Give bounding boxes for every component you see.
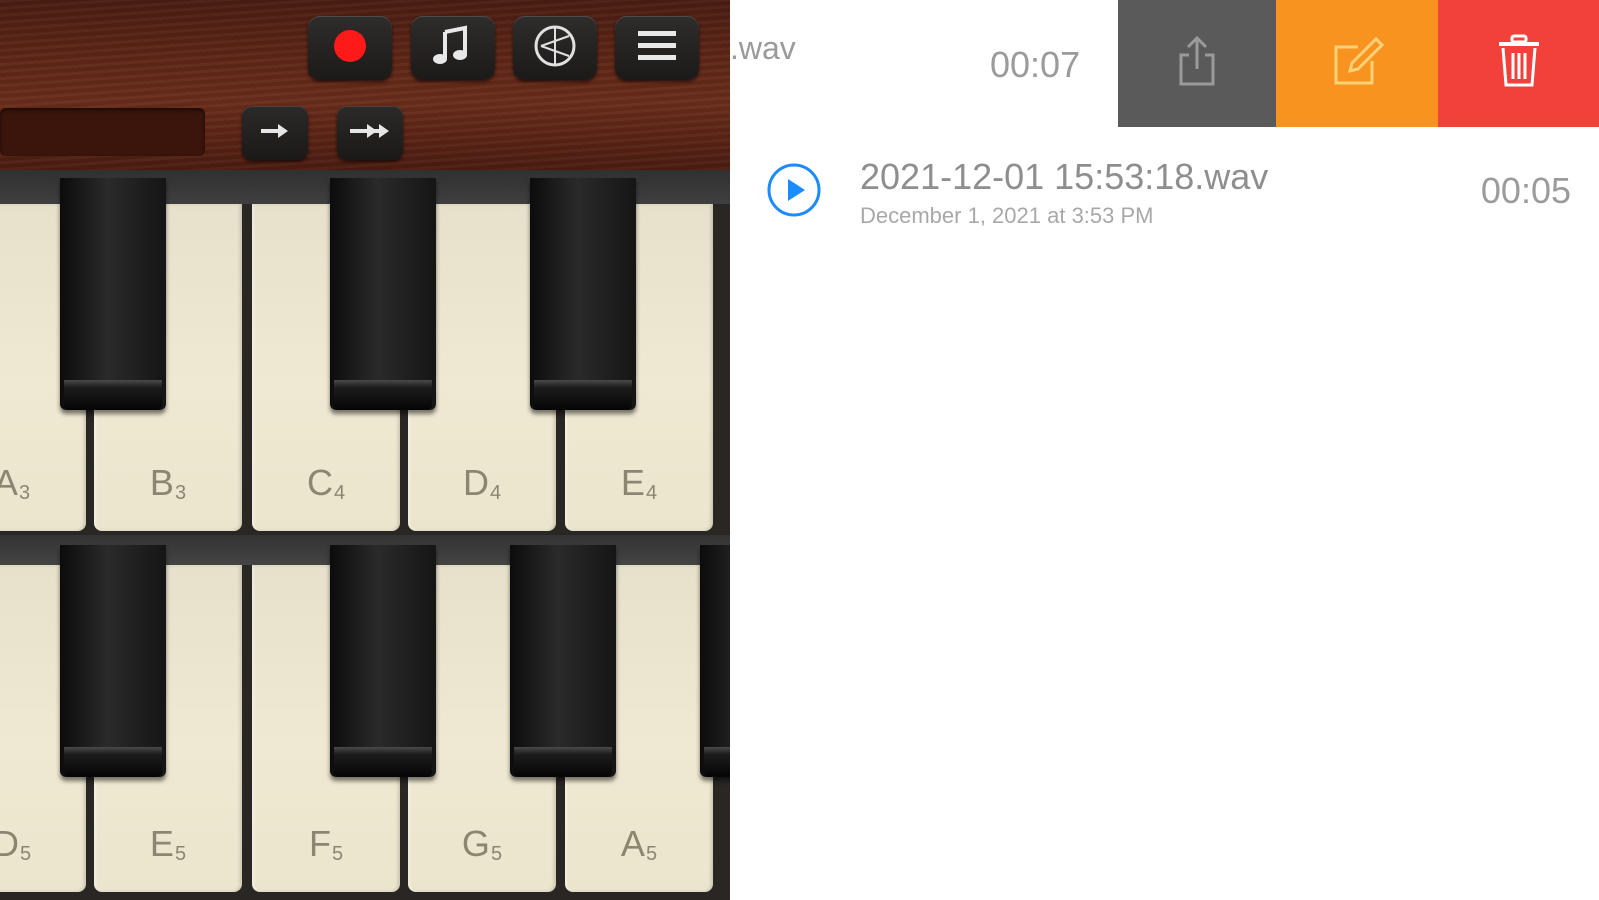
lower-keyboard: D5 E5 F5 G5 A5	[0, 545, 730, 900]
key-label: F5	[308, 823, 344, 865]
menu-button[interactable]	[615, 16, 699, 80]
menu-icon	[635, 26, 679, 71]
recording-date: December 1, 2021 at 3:53 PM	[860, 203, 1154, 228]
shift-right-button[interactable]	[242, 106, 308, 160]
edit-button[interactable]	[1276, 0, 1438, 127]
keyboard-position-slider[interactable]	[0, 108, 205, 156]
black-key[interactable]	[700, 545, 730, 777]
swipe-actions	[1118, 0, 1599, 127]
key-label: E4	[620, 462, 658, 504]
key-label: D4	[462, 462, 502, 504]
key-label: C4	[306, 462, 346, 504]
key-label: G5	[461, 823, 503, 865]
key-label: A3	[0, 462, 31, 504]
play-icon	[766, 163, 822, 222]
black-key[interactable]	[530, 178, 636, 410]
record-button[interactable]	[308, 16, 392, 80]
music-button[interactable]	[411, 16, 495, 80]
recording-duration: 00:05	[1480, 170, 1571, 211]
edit-icon	[1330, 35, 1385, 92]
share-button[interactable]	[1118, 0, 1276, 127]
recording-name: 2021-12-01 15:53:18.wav	[860, 156, 1269, 197]
recording-row[interactable]: 2021-12-01 15:53:18.wav December 1, 2021…	[730, 140, 1599, 250]
recordings-list: .wav 00:07 2021-12-01 15:53:18.wav Decem…	[730, 0, 1599, 900]
metronome-icon	[531, 22, 579, 75]
black-key[interactable]	[60, 545, 166, 777]
wood-toolbar	[0, 0, 730, 170]
double-arrow-right-icon	[347, 121, 393, 146]
black-key[interactable]	[60, 178, 166, 410]
black-key[interactable]	[330, 545, 436, 777]
black-key[interactable]	[330, 178, 436, 410]
piano-panel: A3 B3 C4 D4 E4 D5 E5 F5 G5 A5	[0, 0, 730, 900]
record-icon	[332, 28, 368, 69]
trash-icon	[1496, 34, 1542, 93]
delete-button[interactable]	[1438, 0, 1599, 127]
key-label: A5	[620, 823, 658, 865]
shift-octave-right-button[interactable]	[337, 106, 403, 160]
play-button[interactable]	[766, 162, 822, 218]
recording-duration: 00:07	[990, 44, 1081, 85]
key-label: E5	[149, 823, 187, 865]
key-label: D5	[0, 823, 32, 865]
arrow-right-icon	[258, 121, 292, 146]
recording-name-partial: .wav	[730, 30, 796, 66]
key-label: B3	[149, 462, 187, 504]
metronome-button[interactable]	[513, 16, 597, 80]
upper-keyboard: A3 B3 C4 D4 E4	[0, 178, 730, 535]
share-icon	[1175, 35, 1219, 92]
black-key[interactable]	[510, 545, 616, 777]
music-note-icon	[431, 24, 475, 73]
